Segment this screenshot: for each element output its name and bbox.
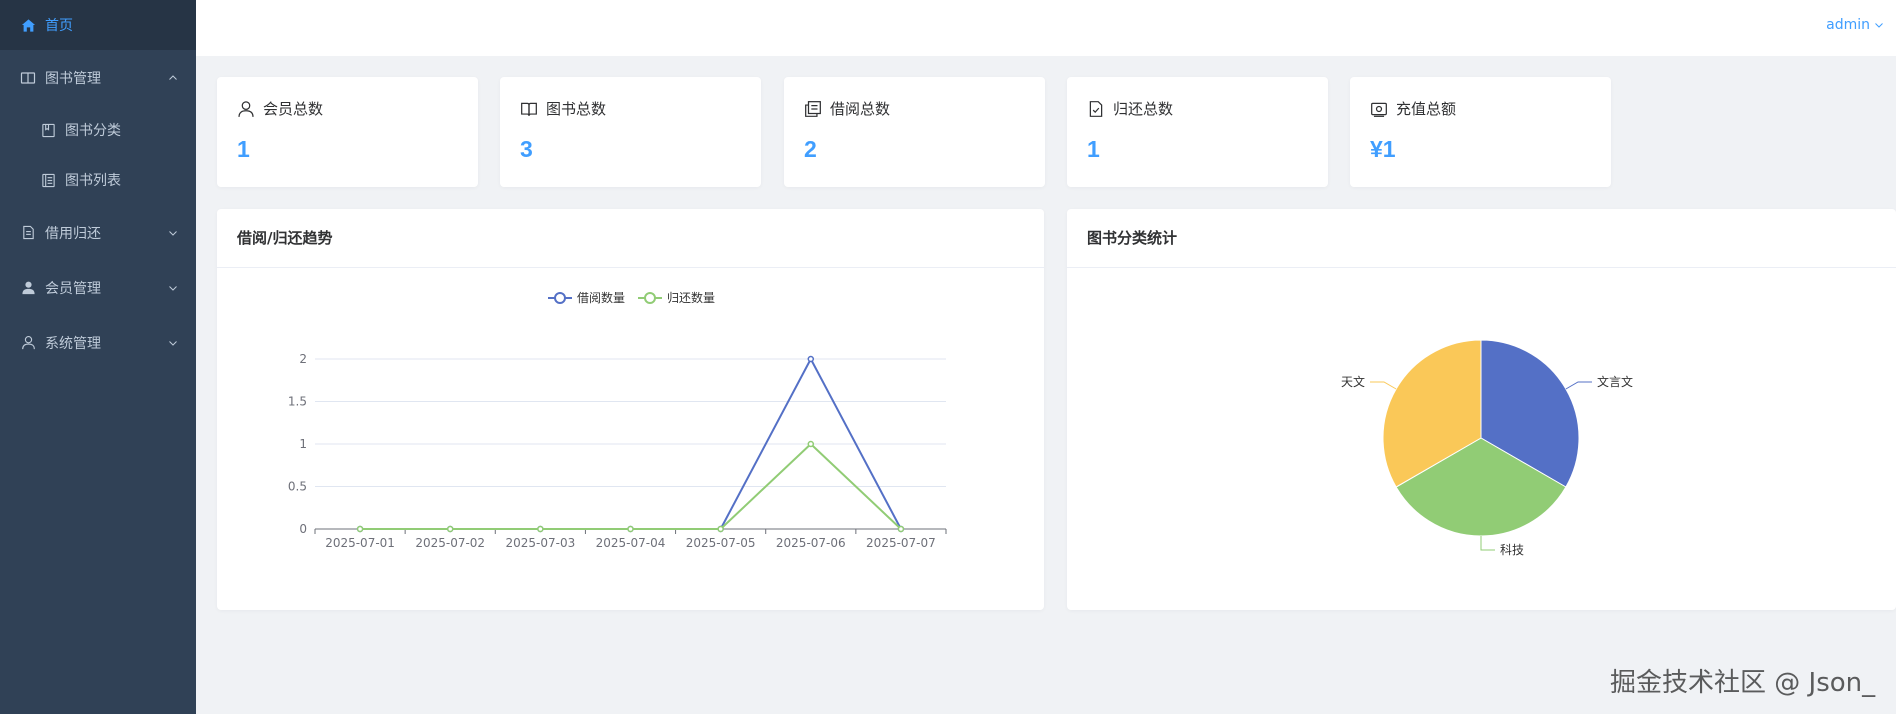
book-icon bbox=[20, 70, 36, 86]
y-tick-label: 0.5 bbox=[288, 480, 307, 494]
pie-label: 文言文 bbox=[1597, 374, 1633, 389]
user-icon bbox=[20, 335, 36, 351]
document-checked-icon bbox=[1087, 100, 1105, 118]
y-tick-label: 1 bbox=[299, 437, 307, 451]
x-tick-label: 2025-07-06 bbox=[776, 536, 846, 550]
x-tick-label: 2025-07-07 bbox=[866, 536, 936, 550]
x-tick-label: 2025-07-04 bbox=[596, 536, 666, 550]
user-filled-icon bbox=[20, 280, 36, 296]
sidebar: 首页 图书管理 图书分类 图书列表 借用归还 会员管理 系统管理 bbox=[0, 0, 196, 714]
legend-item: 借阅数量 bbox=[548, 290, 625, 305]
pie-label: 天文 bbox=[1341, 374, 1365, 389]
x-tick-label: 2025-07-01 bbox=[325, 536, 395, 550]
data-point bbox=[807, 440, 815, 448]
x-tick-label: 2025-07-03 bbox=[505, 536, 575, 550]
stat-card-recharge: 充值总额 ¥1 bbox=[1350, 77, 1611, 187]
pie-label: 科技 bbox=[1500, 543, 1524, 557]
legend-item: 归还数量 bbox=[638, 290, 715, 305]
pie-label-line bbox=[1480, 536, 1495, 551]
stat-value: 1 bbox=[237, 136, 250, 162]
chevron-down-icon bbox=[169, 230, 177, 236]
data-point bbox=[717, 525, 724, 533]
home-icon bbox=[20, 17, 36, 33]
sidebar-item-system-management[interactable]: 系统管理 bbox=[0, 315, 196, 370]
sidebar-item-label: 系统管理 bbox=[45, 335, 101, 352]
sidebar-item-borrow-return[interactable]: 借用归还 bbox=[0, 205, 196, 260]
user-dropdown[interactable]: admin bbox=[1826, 17, 1884, 33]
stat-value: 3 bbox=[520, 136, 533, 162]
category-icon bbox=[40, 122, 56, 138]
data-point bbox=[446, 525, 454, 533]
username: admin bbox=[1826, 17, 1870, 33]
sidebar-item-label: 借用归还 bbox=[45, 225, 101, 242]
chevron-down-icon bbox=[1875, 23, 1883, 28]
data-point bbox=[356, 525, 364, 533]
stat-value: ¥1 bbox=[1370, 136, 1396, 162]
sidebar-item-label: 图书分类 bbox=[65, 123, 121, 139]
stat-card-members: 会员总数 1 bbox=[217, 77, 478, 187]
y-tick-label: 2 bbox=[299, 352, 307, 366]
sidebar-item-label: 会员管理 bbox=[45, 280, 101, 297]
legend-marker bbox=[554, 292, 566, 304]
data-point bbox=[807, 355, 815, 363]
data-point bbox=[897, 525, 905, 533]
stat-label: 充值总额 bbox=[1396, 100, 1457, 118]
y-tick-label: 0 bbox=[299, 522, 307, 536]
list-icon bbox=[40, 172, 56, 188]
pie-label-line bbox=[1370, 381, 1397, 390]
sidebar-subitem-book-category[interactable]: 图书分类 bbox=[0, 105, 196, 155]
data-point bbox=[627, 525, 634, 533]
user-icon bbox=[237, 100, 255, 118]
stat-card-borrows: 借阅总数 2 bbox=[784, 77, 1045, 187]
legend-label: 归还数量 bbox=[667, 290, 715, 305]
stat-value: 1 bbox=[1087, 136, 1100, 162]
stat-card-returns: 归还总数 1 bbox=[1067, 77, 1328, 187]
data-point bbox=[537, 525, 544, 533]
line-chart: 借阅数量 归还数量 0 0.5 1 1.5 2 2025-07-01 2025-07-02 202… bbox=[288, 290, 947, 550]
book-open-icon bbox=[520, 100, 538, 118]
top-header: admin bbox=[196, 0, 1896, 56]
stat-label: 图书总数 bbox=[546, 100, 607, 118]
chevron-down-icon bbox=[169, 285, 177, 291]
stat-label: 归还总数 bbox=[1113, 100, 1174, 118]
sidebar-item-book-management[interactable]: 图书管理 bbox=[0, 50, 196, 105]
sidebar-item-member-management[interactable]: 会员管理 bbox=[0, 260, 196, 315]
chevron-down-icon bbox=[169, 340, 177, 346]
panel-title: 借阅/归还趋势 bbox=[237, 229, 333, 247]
sidebar-subitem-book-list[interactable]: 图书列表 bbox=[0, 155, 196, 205]
stat-label: 会员总数 bbox=[263, 100, 324, 118]
stat-value: 2 bbox=[804, 136, 817, 162]
legend-label: 借阅数量 bbox=[577, 290, 625, 305]
watermark: 掘金技术社区 @ Json_ bbox=[1610, 668, 1876, 698]
pie-chart: 文言文科技 天文 bbox=[1341, 339, 1633, 557]
copy-document-icon bbox=[804, 100, 822, 118]
stat-label: 借阅总数 bbox=[830, 100, 891, 118]
x-tick-label: 2025-07-02 bbox=[415, 536, 485, 550]
sidebar-item-home[interactable]: 首页 bbox=[0, 0, 196, 50]
sidebar-item-label: 图书管理 bbox=[45, 70, 101, 87]
chevron-up-icon bbox=[169, 74, 177, 80]
panel-title: 图书分类统计 bbox=[1087, 229, 1178, 247]
sidebar-item-label: 图书列表 bbox=[65, 173, 121, 189]
wallet-icon bbox=[1370, 100, 1388, 118]
legend-marker bbox=[644, 292, 656, 304]
pie-label-line bbox=[1565, 381, 1592, 390]
x-tick-label: 2025-07-05 bbox=[686, 536, 756, 550]
y-tick-label: 1.5 bbox=[288, 395, 307, 409]
trend-panel: 借阅/归还趋势 借阅数量 归还数量 0 0.5 1 1.5 2 2025-07-01 2025-… bbox=[217, 209, 1044, 610]
document-icon bbox=[20, 225, 36, 241]
category-panel: 图书分类统计 文言文科技 天文 bbox=[1067, 209, 1896, 610]
sidebar-item-label: 首页 bbox=[45, 18, 73, 34]
stat-card-books: 图书总数 3 bbox=[500, 77, 761, 187]
